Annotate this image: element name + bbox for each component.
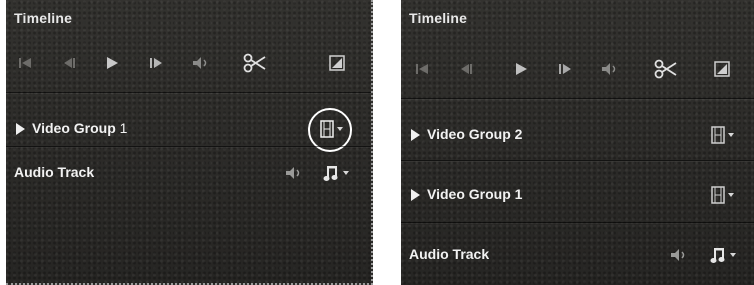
dropdown-arrow-icon <box>343 171 349 175</box>
volume-icon[interactable] <box>669 244 689 266</box>
film-icon[interactable] <box>320 118 343 140</box>
music-note-icon[interactable] <box>709 244 736 266</box>
dropdown-arrow-icon <box>337 127 343 131</box>
track-label: Audio Track <box>409 246 490 262</box>
step-back-icon[interactable] <box>60 52 80 74</box>
scissors-icon[interactable] <box>653 58 679 80</box>
step-forward-icon[interactable] <box>555 58 575 80</box>
track-row-video-group-2[interactable]: Video Group 2 <box>401 112 754 158</box>
expand-triangle-icon[interactable] <box>411 129 420 141</box>
timeline-panel-right: Timeline Video Group 2 Video Group 1 Aud… <box>401 0 754 285</box>
track-label: Audio Track <box>14 164 95 180</box>
step-forward-icon[interactable] <box>146 52 166 74</box>
track-label: Video Group 1 <box>427 186 523 202</box>
track-row-audio[interactable]: Audio Track <box>6 150 371 196</box>
track-row-video-group-1[interactable]: Video Group 1 <box>401 172 754 218</box>
track-label: Video Group 1 <box>32 120 128 136</box>
music-note-icon[interactable] <box>322 162 349 184</box>
divider <box>401 98 754 99</box>
expand-triangle-icon[interactable] <box>411 189 420 201</box>
panel-title: Timeline <box>409 10 468 26</box>
panel-title: Timeline <box>14 10 73 26</box>
play-icon[interactable] <box>511 58 531 80</box>
timeline-panel-left: Timeline Video Group 1 Audio Track <box>6 0 373 285</box>
scissors-icon[interactable] <box>242 52 268 74</box>
transport-controls <box>401 44 754 94</box>
skip-to-start-icon[interactable] <box>16 52 36 74</box>
dropdown-arrow-icon <box>728 193 734 197</box>
track-row-audio[interactable]: Audio Track <box>401 228 754 274</box>
dropdown-arrow-icon <box>728 133 734 137</box>
divider <box>6 92 371 93</box>
step-back-icon[interactable] <box>457 58 477 80</box>
film-icon[interactable] <box>711 124 734 146</box>
volume-icon[interactable] <box>284 162 304 184</box>
film-icon[interactable] <box>711 184 734 206</box>
volume-icon[interactable] <box>190 52 212 74</box>
fit-icon[interactable] <box>328 52 346 74</box>
play-icon[interactable] <box>102 52 122 74</box>
fit-icon[interactable] <box>713 58 731 80</box>
divider <box>401 160 754 161</box>
dropdown-arrow-icon <box>730 253 736 257</box>
skip-to-start-icon[interactable] <box>413 58 433 80</box>
expand-triangle-icon[interactable] <box>16 123 25 135</box>
volume-icon[interactable] <box>599 58 621 80</box>
track-label: Video Group 2 <box>427 126 523 142</box>
transport-controls <box>6 38 371 88</box>
divider <box>401 222 754 223</box>
divider <box>6 146 371 147</box>
